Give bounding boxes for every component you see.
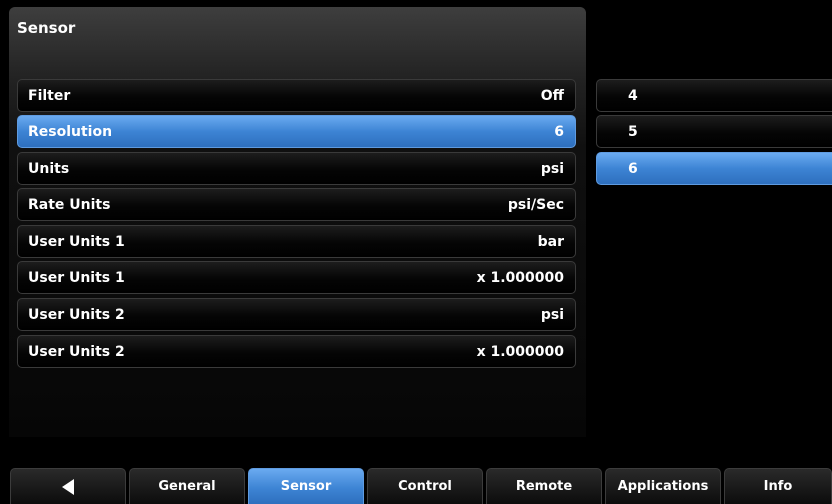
option-label: 4 [628, 87, 638, 104]
setting-row-resolution[interactable]: Resolution 6 [17, 115, 576, 148]
back-arrow-icon [62, 478, 74, 495]
setting-row-user-units-2[interactable]: User Units 2 psi [17, 298, 576, 331]
resolution-option-selected[interactable]: 6 [596, 152, 832, 185]
tab-label: General [158, 479, 216, 494]
setting-label: Rate Units [28, 196, 111, 213]
setting-value: x 1.000000 [476, 343, 564, 360]
tab-label: Info [763, 479, 793, 494]
back-button[interactable] [10, 468, 126, 504]
page-title: Sensor [17, 19, 76, 37]
tab-label: Remote [515, 479, 573, 494]
tab-applications[interactable]: Applications [605, 468, 721, 504]
setting-row-user-units-1[interactable]: User Units 1 bar [17, 225, 576, 258]
tab-control[interactable]: Control [367, 468, 483, 504]
setting-row-units[interactable]: Units psi [17, 152, 576, 185]
setting-value: psi [540, 306, 564, 323]
setting-label: User Units 2 [28, 343, 125, 360]
setting-label: Filter [28, 87, 71, 104]
tab-remote[interactable]: Remote [486, 468, 602, 504]
tab-label: Applications [617, 479, 709, 494]
option-label: 6 [628, 160, 638, 177]
sensor-panel [9, 7, 586, 437]
tab-info[interactable]: Info [724, 468, 832, 504]
setting-value: bar [537, 233, 564, 250]
tab-general[interactable]: General [129, 468, 245, 504]
setting-label: User Units 1 [28, 269, 125, 286]
resolution-option[interactable]: 5 [596, 115, 832, 148]
option-label: 5 [628, 123, 638, 140]
setting-value: psi [540, 160, 564, 177]
tab-sensor[interactable]: Sensor [248, 468, 364, 504]
setting-value: 6 [554, 123, 564, 140]
setting-label: Resolution [28, 123, 113, 140]
setting-label: Units [28, 160, 70, 177]
setting-row-filter[interactable]: Filter Off [17, 79, 576, 112]
setting-row-user-units-1-factor[interactable]: User Units 1 x 1.000000 [17, 261, 576, 294]
setting-row-rate-units[interactable]: Rate Units psi/Sec [17, 188, 576, 221]
setting-label: User Units 1 [28, 233, 125, 250]
setting-value: x 1.000000 [476, 269, 564, 286]
tab-label: Control [398, 479, 452, 494]
setting-label: User Units 2 [28, 306, 125, 323]
resolution-option[interactable]: 4 [596, 79, 832, 112]
tab-label: Sensor [280, 479, 332, 494]
setting-row-user-units-2-factor[interactable]: User Units 2 x 1.000000 [17, 335, 576, 368]
setting-value: Off [540, 87, 564, 104]
setting-value: psi/Sec [507, 196, 564, 213]
